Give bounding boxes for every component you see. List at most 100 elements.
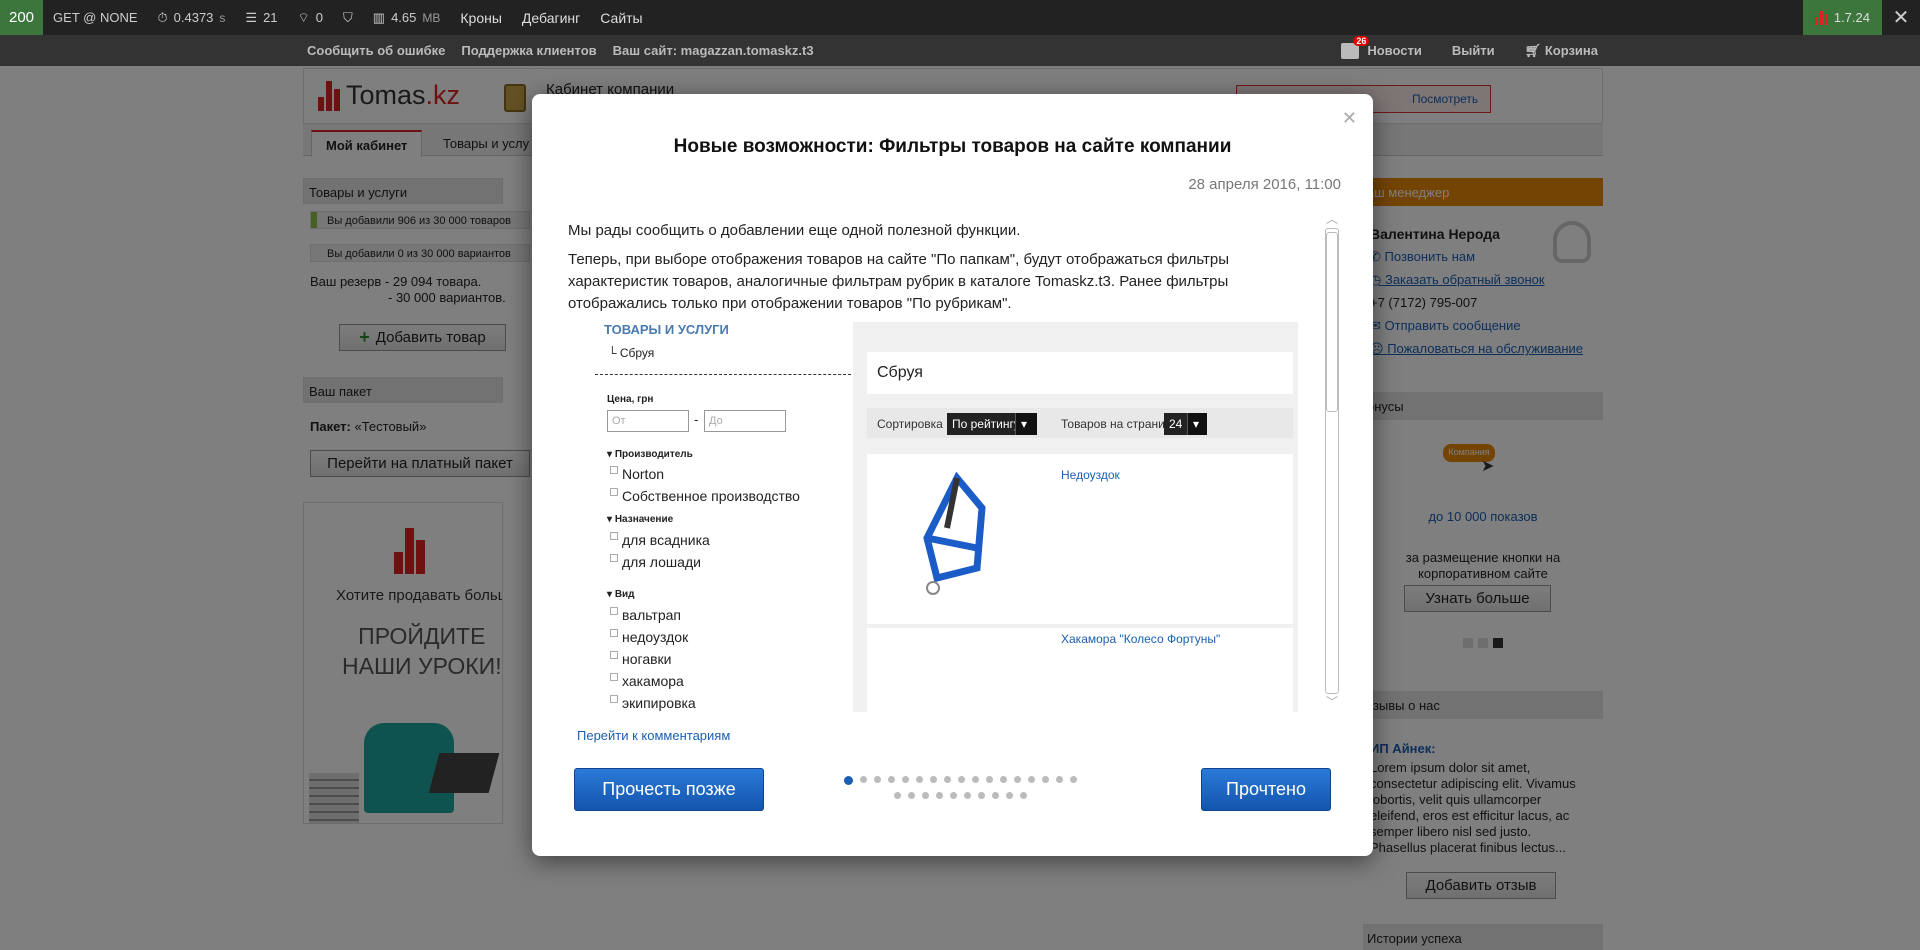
shot-option: для всадника: [610, 532, 710, 548]
shot-catalog-panel: Сбруя Сортировка По рейтингу ▾ Товаров н…: [853, 322, 1298, 712]
shield-icon: ⛉: [343, 9, 353, 25]
modal-date: 28 апреля 2016, 11:00: [1188, 176, 1341, 193]
pagination-dot[interactable]: [843, 776, 853, 785]
pagination-dot[interactable]: [873, 776, 881, 783]
your-site-link[interactable]: Ваш сайт: magazzan.tomaskz.t3: [613, 43, 814, 58]
modal-paragraph-1: Мы рады сообщить о добавлении еще одной …: [568, 222, 1021, 239]
pagination-dot[interactable]: [859, 776, 867, 783]
news-modal: ✕ Новые возможности: Фильтры товаров на …: [532, 94, 1373, 856]
shot-dash: -: [694, 412, 699, 427]
shot-option: недоуздок: [610, 629, 688, 645]
modal-body[interactable]: Мы рады сообщить о добавлении еще одной …: [568, 220, 1328, 712]
db-queries: 21: [263, 10, 278, 25]
pagination-dot[interactable]: [929, 776, 937, 783]
memory-panel[interactable]: ▥ 4.65 MB: [363, 0, 451, 35]
top-nav: Сообщить об ошибке Поддержка клиентов Ва…: [0, 35, 1920, 66]
menu-sites[interactable]: Сайты: [590, 10, 652, 26]
shot-option: Norton: [610, 466, 664, 482]
shot-product-card: Недоуздок: [867, 454, 1293, 624]
pagination-dot[interactable]: [1027, 776, 1035, 783]
pagination-dot[interactable]: [957, 776, 965, 783]
shot-option: экипировка: [610, 695, 696, 711]
halter-image: [923, 471, 986, 595]
close-icon[interactable]: ✕: [1882, 5, 1920, 30]
read-later-button[interactable]: Прочесть позже: [574, 768, 764, 811]
chevron-down-icon[interactable]: ﹀: [1326, 693, 1338, 710]
shot-producer-text: Производитель: [614, 449, 693, 460]
pagination-dot[interactable]: [949, 792, 957, 799]
go-to-comments-link[interactable]: Перейти к комментариям: [577, 728, 730, 743]
version-text: 1.7.24: [1833, 10, 1870, 25]
wifi-icon: ⌔: [297, 9, 310, 25]
shot-subcategory-label: Сбруя: [619, 346, 655, 360]
pagination-dot[interactable]: [893, 792, 901, 799]
dots-row: [840, 792, 1080, 799]
pagination-dot[interactable]: [915, 776, 923, 783]
report-bug-link[interactable]: Сообщить об ошибке: [307, 43, 445, 58]
shot-product-link: Хакамора "Колесо Фортуны": [1061, 632, 1221, 646]
memory-value: 4.65: [391, 10, 417, 25]
pagination-dot[interactable]: [991, 792, 999, 799]
memory-icon: ▥: [372, 9, 386, 25]
cart-label: Корзина: [1544, 42, 1598, 58]
shot-per-page-value: 24: [1164, 413, 1188, 435]
memory-unit: MB: [422, 10, 441, 25]
pagination-dot[interactable]: [977, 792, 985, 799]
shot-sort-label: Сортировка: [877, 417, 943, 431]
support-link[interactable]: Поддержка клиентов: [461, 43, 596, 58]
shot-price-to: До: [704, 410, 786, 432]
chevron-up-icon[interactable]: ︿: [1326, 210, 1338, 227]
modal-paragraph-2: Теперь, при выборе отображения товаров н…: [568, 251, 1229, 312]
pagination-dot[interactable]: [999, 776, 1007, 783]
request-method[interactable]: GET @ NONE: [43, 0, 147, 35]
news-label: Новости: [1367, 43, 1422, 58]
cart-link[interactable]: 🛒︎ Корзина: [1525, 43, 1598, 59]
wifi-panel[interactable]: ⌔ 0: [288, 0, 333, 35]
version-badge[interactable]: 1.7.24: [1802, 0, 1882, 35]
news-link[interactable]: 26 Новости: [1341, 35, 1422, 59]
pagination-dot[interactable]: [1013, 776, 1021, 783]
logout-link[interactable]: Выйти: [1452, 43, 1495, 58]
pagination-dot[interactable]: [1055, 776, 1063, 783]
shot-price-label: Цена, грн: [607, 394, 654, 405]
shot-sort-value: По рейтингу: [947, 413, 1025, 435]
shot-option: вальтрап: [610, 607, 681, 623]
db-panel[interactable]: ☰ 21: [235, 0, 287, 35]
mark-read-button[interactable]: Прочтено: [1201, 768, 1331, 811]
logo-bars-icon: [1814, 10, 1828, 25]
chevron-down-icon: ▾: [1187, 413, 1207, 435]
pagination-dot[interactable]: [1069, 776, 1077, 783]
pagination-dot[interactable]: [1041, 776, 1049, 783]
shot-sort-bar: Сортировка По рейтингу ▾ Товаров на стра…: [867, 408, 1293, 438]
database-icon: ☰: [245, 9, 258, 25]
time-value: 0.4373: [173, 10, 214, 25]
pagination-dot[interactable]: [963, 792, 971, 799]
menu-debugging[interactable]: Дебагинг: [512, 10, 590, 26]
close-icon[interactable]: ✕: [1342, 108, 1357, 129]
shot-option: ногавки: [610, 651, 672, 667]
stopwatch-icon: ⏱: [157, 9, 168, 25]
pagination-dot[interactable]: [985, 776, 993, 783]
shot-product-card: Хакамора "Колесо Фортуны": [867, 628, 1293, 712]
shot-option: Собственное производство: [610, 488, 800, 504]
status-code[interactable]: 200: [0, 0, 44, 35]
pagination-dot[interactable]: [1005, 792, 1013, 799]
modal-scrollbar[interactable]: ︿ ﹀: [1324, 210, 1340, 710]
shot-option: хакамора: [610, 673, 684, 689]
pagination-dot[interactable]: [887, 776, 895, 783]
pagination-dot[interactable]: [1019, 792, 1027, 799]
pagination-dot[interactable]: [943, 776, 951, 783]
request-method-text: GET @ NONE: [53, 10, 138, 25]
pagination-dot[interactable]: [907, 792, 915, 799]
scroll-thumb[interactable]: [1326, 232, 1338, 412]
time-panel[interactable]: ⏱ 0.4373 s: [148, 0, 236, 35]
news-count-badge: 26: [1353, 35, 1370, 46]
pagination-dot[interactable]: [935, 792, 943, 799]
shot-price-from: От: [607, 410, 689, 432]
menu-crons[interactable]: Кроны: [450, 10, 512, 26]
pagination-dot[interactable]: [971, 776, 979, 783]
pagination-dot[interactable]: [901, 776, 909, 783]
modal-title: Новые возможности: Фильтры товаров на са…: [673, 136, 1232, 157]
shield-panel[interactable]: ⛉: [333, 0, 363, 35]
pagination-dot[interactable]: [921, 792, 929, 799]
